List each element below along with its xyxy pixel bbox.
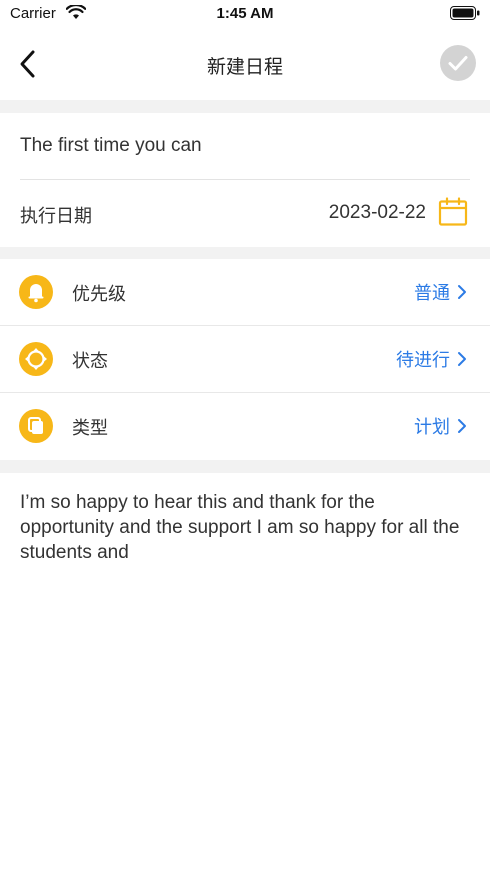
type-value: 计划 (414, 417, 450, 437)
status-row[interactable]: 状态 待进行 (0, 326, 490, 392)
status-label: 状态 (72, 351, 108, 371)
page-title: 新建日程 (206, 57, 283, 78)
date-row[interactable]: 执行日期 2023-02-22 (0, 182, 490, 246)
status-bar: Carrier 1:45 AM (0, 0, 490, 28)
nav-bar: 新建日程 (0, 36, 490, 92)
divider (20, 179, 470, 180)
chevron-right-icon (458, 419, 466, 433)
chevron-right-icon (458, 285, 466, 299)
status-icon (19, 342, 53, 376)
priority-label: 优先级 (72, 284, 126, 304)
section-divider (0, 100, 490, 113)
chevron-right-icon (458, 352, 466, 366)
section-divider (0, 247, 490, 259)
type-row[interactable]: 类型 计划 (0, 393, 490, 459)
status-value: 待进行 (396, 350, 450, 370)
calendar-icon[interactable] (438, 197, 468, 227)
confirm-button[interactable] (440, 45, 476, 81)
section-divider (0, 460, 490, 473)
checkmark-icon (448, 56, 468, 71)
date-value[interactable]: 2023-02-22 (329, 202, 426, 224)
priority-value: 普通 (414, 283, 450, 303)
priority-row[interactable]: 优先级 普通 (0, 259, 490, 325)
type-label: 类型 (72, 418, 108, 438)
title-input[interactable]: The first time you can (20, 118, 470, 174)
battery-icon (450, 6, 480, 20)
bell-icon (19, 275, 53, 309)
date-label: 执行日期 (20, 206, 92, 226)
notes-textarea[interactable]: I’m so happy to hear this and thank for … (20, 490, 470, 565)
type-icon (19, 409, 53, 443)
clock-time: 1:45 AM (216, 5, 274, 22)
